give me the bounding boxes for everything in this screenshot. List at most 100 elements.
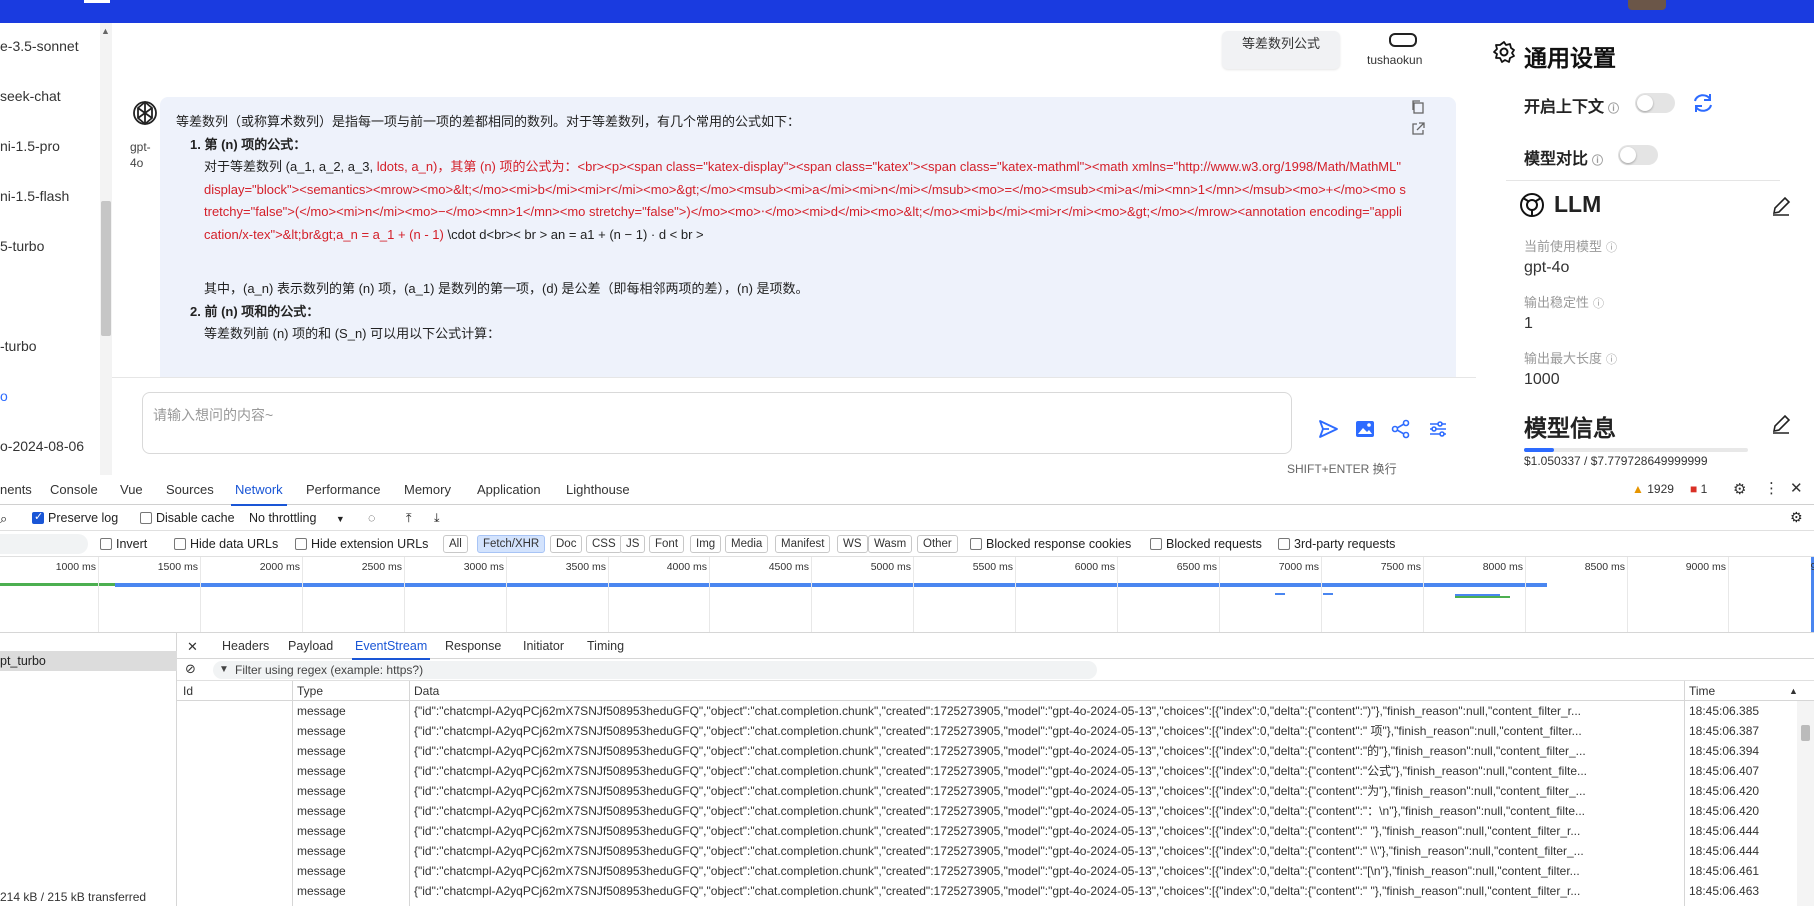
edit-icon[interactable]: [1770, 413, 1792, 435]
tab-response[interactable]: Response: [445, 639, 501, 653]
table-scroll-thumb[interactable]: [1801, 725, 1810, 741]
tab-initiator[interactable]: Initiator: [523, 639, 564, 653]
col-time[interactable]: Time: [1689, 684, 1715, 698]
settings-sliders-icon[interactable]: [1427, 418, 1449, 440]
tab-elements[interactable]: nents: [0, 482, 32, 497]
chip-css[interactable]: CSS: [586, 535, 622, 553]
table-row[interactable]: message {"id":"chatcmpl-A2yqPCj62mX7SNJf5…: [177, 821, 1797, 841]
network-settings-icon[interactable]: ⚙: [1790, 509, 1803, 526]
tab-timing[interactable]: Timing: [587, 639, 624, 653]
clear-icon[interactable]: ⊘: [185, 661, 196, 677]
table-row[interactable]: message {"id":"chatcmpl-A2yqPCj62mX7SNJf5…: [177, 741, 1797, 761]
hide-extension-urls-checkbox[interactable]: Hide extension URLs: [295, 537, 428, 551]
tab-console[interactable]: Console: [50, 482, 98, 497]
chip-font[interactable]: Font: [649, 535, 685, 553]
request-row[interactable]: pt_turbo: [0, 651, 177, 671]
menu-icon[interactable]: [84, 0, 110, 3]
tab-eventstream[interactable]: EventStream: [351, 639, 431, 660]
help-icon[interactable]: ⓘ: [1592, 155, 1603, 167]
blocked-cookies-checkbox[interactable]: Blocked response cookies: [970, 537, 1131, 551]
chip-img[interactable]: Img: [690, 535, 722, 553]
send-icon[interactable]: [1317, 418, 1339, 440]
chip-other[interactable]: Other: [917, 535, 958, 553]
errors-badge[interactable]: ■ 1: [1690, 482, 1707, 496]
warnings-badge[interactable]: ▲ 1929: [1632, 482, 1674, 496]
filter-input[interactable]: [0, 534, 88, 554]
chip-all[interactable]: All: [443, 535, 468, 553]
sidebar-item-7[interactable]: o-2024-08-06: [0, 438, 84, 454]
compare-toggle[interactable]: [1618, 145, 1658, 165]
image-icon[interactable]: [1354, 418, 1376, 440]
close-detail-icon[interactable]: ✕: [187, 639, 198, 655]
tab-sources[interactable]: Sources: [166, 482, 214, 497]
tab-lighthouse[interactable]: Lighthouse: [566, 482, 630, 497]
table-row[interactable]: message {"id":"chatcmpl-A2yqPCj62mX7SNJf5…: [177, 881, 1797, 901]
help-icon[interactable]: ⓘ: [1606, 242, 1617, 254]
network-timeline[interactable]: 1000 ms 1500 ms 2000 ms 2500 ms 3000 ms 3500 …: [0, 557, 1814, 633]
tab-application[interactable]: Application: [477, 482, 541, 497]
devtools-settings-icon[interactable]: ⚙: [1733, 480, 1746, 498]
table-row[interactable]: message {"id":"chatcmpl-A2yqPCj62mX7SNJf5…: [177, 801, 1797, 821]
table-scrollbar[interactable]: [1797, 701, 1814, 906]
search-icon[interactable]: ⌕: [0, 511, 7, 527]
hide-data-urls-checkbox[interactable]: Hide data URLs: [174, 537, 278, 551]
help-icon[interactable]: ⓘ: [1608, 103, 1619, 115]
chip-ws[interactable]: WS: [837, 535, 868, 553]
edit-icon[interactable]: [1770, 195, 1792, 217]
help-icon[interactable]: ⓘ: [1606, 354, 1617, 366]
tab-headers[interactable]: Headers: [222, 639, 269, 653]
tab-network[interactable]: Network: [231, 482, 287, 506]
chat-input[interactable]: 请输入想问的内容~: [142, 392, 1292, 454]
context-toggle[interactable]: [1635, 93, 1675, 113]
col-type[interactable]: Type: [297, 684, 323, 698]
sort-asc-icon[interactable]: ▲: [1789, 686, 1798, 696]
tab-performance[interactable]: Performance: [306, 482, 380, 497]
share-icon[interactable]: [1390, 418, 1412, 440]
chip-js[interactable]: JS: [620, 535, 646, 553]
table-row[interactable]: message {"id":"chatcmpl-A2yqPCj62mX7SNJf5…: [177, 701, 1797, 721]
upload-icon[interactable]: ⤒: [406, 511, 412, 526]
invert-checkbox[interactable]: Invert: [100, 537, 147, 551]
table-row[interactable]: message {"id":"chatcmpl-A2yqPCj62mX7SNJf5…: [177, 841, 1797, 861]
user-avatar-top[interactable]: [1628, 0, 1666, 10]
tab-memory[interactable]: Memory: [404, 482, 451, 497]
disable-cache-checkbox[interactable]: Disable cache: [140, 511, 235, 525]
maxlen-value[interactable]: 1000: [1524, 371, 1560, 389]
preserve-log-checkbox[interactable]: Preserve log: [32, 510, 118, 525]
stability-value[interactable]: 1: [1524, 315, 1533, 333]
scroll-up-icon[interactable]: ▲: [101, 26, 110, 36]
third-party-checkbox[interactable]: 3rd-party requests: [1278, 537, 1395, 551]
refresh-icon[interactable]: [1690, 91, 1716, 115]
chip-doc[interactable]: Doc: [550, 535, 583, 553]
sidebar-item-0[interactable]: e-3.5-sonnet: [0, 38, 79, 54]
throttling-select[interactable]: No throttling ▼: [249, 511, 345, 525]
chip-manifest[interactable]: Manifest: [775, 535, 831, 553]
download-icon[interactable]: ⤓: [434, 511, 440, 526]
help-icon[interactable]: ⓘ: [1593, 298, 1604, 310]
sidebar-item-2[interactable]: ni-1.5-pro: [0, 138, 60, 154]
table-row[interactable]: message {"id":"chatcmpl-A2yqPCj62mX7SNJf5…: [177, 861, 1797, 881]
chip-media[interactable]: Media: [725, 535, 769, 553]
chip-wasm[interactable]: Wasm: [868, 535, 913, 553]
sidebar-item-3[interactable]: ni-1.5-flash: [0, 188, 69, 204]
more-icon[interactable]: ⋮: [1764, 479, 1779, 497]
blocked-requests-checkbox[interactable]: Blocked requests: [1150, 537, 1262, 551]
close-devtools-icon[interactable]: ✕: [1790, 479, 1803, 497]
table-row[interactable]: message {"id":"chatcmpl-A2yqPCj62mX7SNJf5…: [177, 761, 1797, 781]
copy-icon[interactable]: [1410, 99, 1426, 115]
network-conditions-icon[interactable]: ◌: [368, 511, 375, 525]
table-row[interactable]: message {"id":"chatcmpl-A2yqPCj62mX7SNJf5…: [177, 781, 1797, 801]
sidebar-scroll-thumb[interactable]: [101, 201, 111, 336]
table-row[interactable]: message {"id":"chatcmpl-A2yqPCj62mX7SNJf5…: [177, 721, 1797, 741]
sidebar-item-1[interactable]: seek-chat: [0, 88, 61, 104]
regex-filter-input[interactable]: ▼ Filter using regex (example: https?): [213, 661, 1097, 679]
sidebar-item-4[interactable]: 5-turbo: [0, 238, 44, 254]
chip-fetch-xhr[interactable]: Fetch/XHR: [477, 535, 546, 553]
sidebar-item-6[interactable]: o: [0, 388, 8, 404]
col-id[interactable]: Id: [183, 684, 193, 698]
col-data[interactable]: Data: [414, 684, 439, 698]
sidebar-item-5[interactable]: -turbo: [0, 338, 37, 354]
tab-vue[interactable]: Vue: [120, 482, 143, 497]
tab-payload[interactable]: Payload: [288, 639, 333, 653]
external-link-icon[interactable]: [1410, 121, 1426, 137]
